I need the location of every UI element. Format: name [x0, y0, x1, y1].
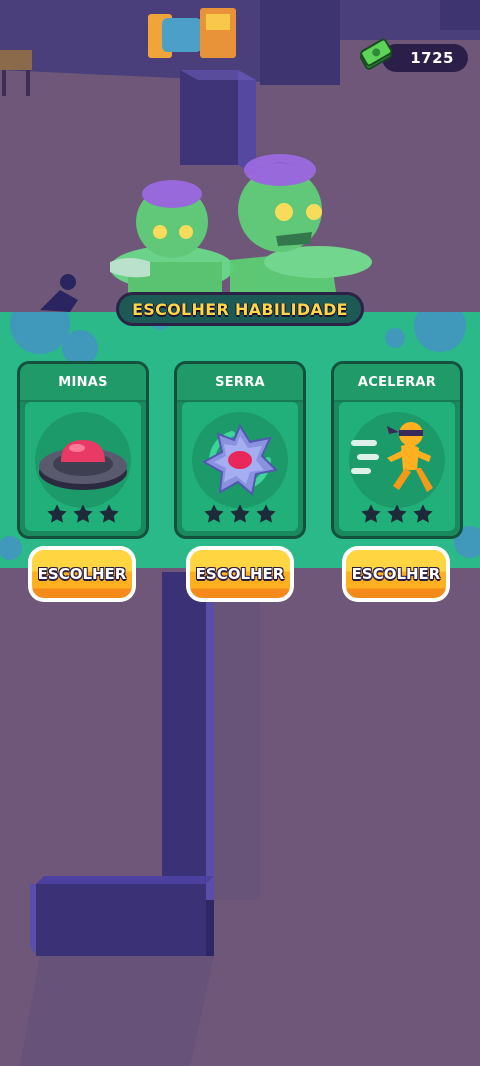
card-header: SERRA — [177, 364, 303, 402]
star-icon — [256, 504, 276, 523]
star-icon — [361, 504, 381, 523]
ability-card-serra[interactable]: SERRA — [174, 361, 306, 539]
ability-title: ESCOLHER HABILIDADE — [116, 292, 364, 326]
card-header: ACELERAR — [334, 364, 460, 402]
star-icon — [73, 504, 93, 523]
card-body — [25, 402, 141, 531]
star-rating — [182, 503, 298, 525]
cash-stack-icon — [358, 38, 394, 74]
saw-blade-icon — [192, 412, 288, 508]
choose-acelerar-button[interactable]: ESCOLHER — [342, 546, 450, 602]
star-icon — [47, 504, 67, 523]
ability-title-text: ESCOLHER HABILIDADE — [132, 299, 348, 319]
currency-counter: 1725 — [382, 44, 468, 72]
star-rating — [339, 503, 455, 525]
card-title: SERRA — [215, 374, 265, 390]
card-title: MINAS — [58, 374, 108, 390]
choose-button-label: ESCOLHER — [37, 565, 127, 583]
ability-card-acelerar[interactable]: ACELERAR — [331, 361, 463, 539]
card-body — [182, 402, 298, 531]
choose-serra-button[interactable]: ESCOLHER — [186, 546, 294, 602]
ability-card-minas[interactable]: MINAS — [17, 361, 149, 539]
star-rating — [25, 503, 141, 525]
choose-button-label: ESCOLHER — [195, 565, 285, 583]
star-icon — [204, 504, 224, 523]
running-ninja-icon — [349, 412, 445, 508]
star-icon — [387, 504, 407, 523]
star-icon — [413, 504, 433, 523]
card-title: ACELERAR — [357, 374, 437, 390]
star-icon — [99, 504, 119, 523]
landmine-icon — [35, 412, 131, 508]
choose-button-label: ESCOLHER — [351, 565, 441, 583]
choose-minas-button[interactable]: ESCOLHER — [28, 546, 136, 602]
card-header: MINAS — [20, 364, 146, 402]
currency-value: 1725 — [410, 49, 454, 67]
card-body — [339, 402, 455, 531]
star-icon — [230, 504, 250, 523]
